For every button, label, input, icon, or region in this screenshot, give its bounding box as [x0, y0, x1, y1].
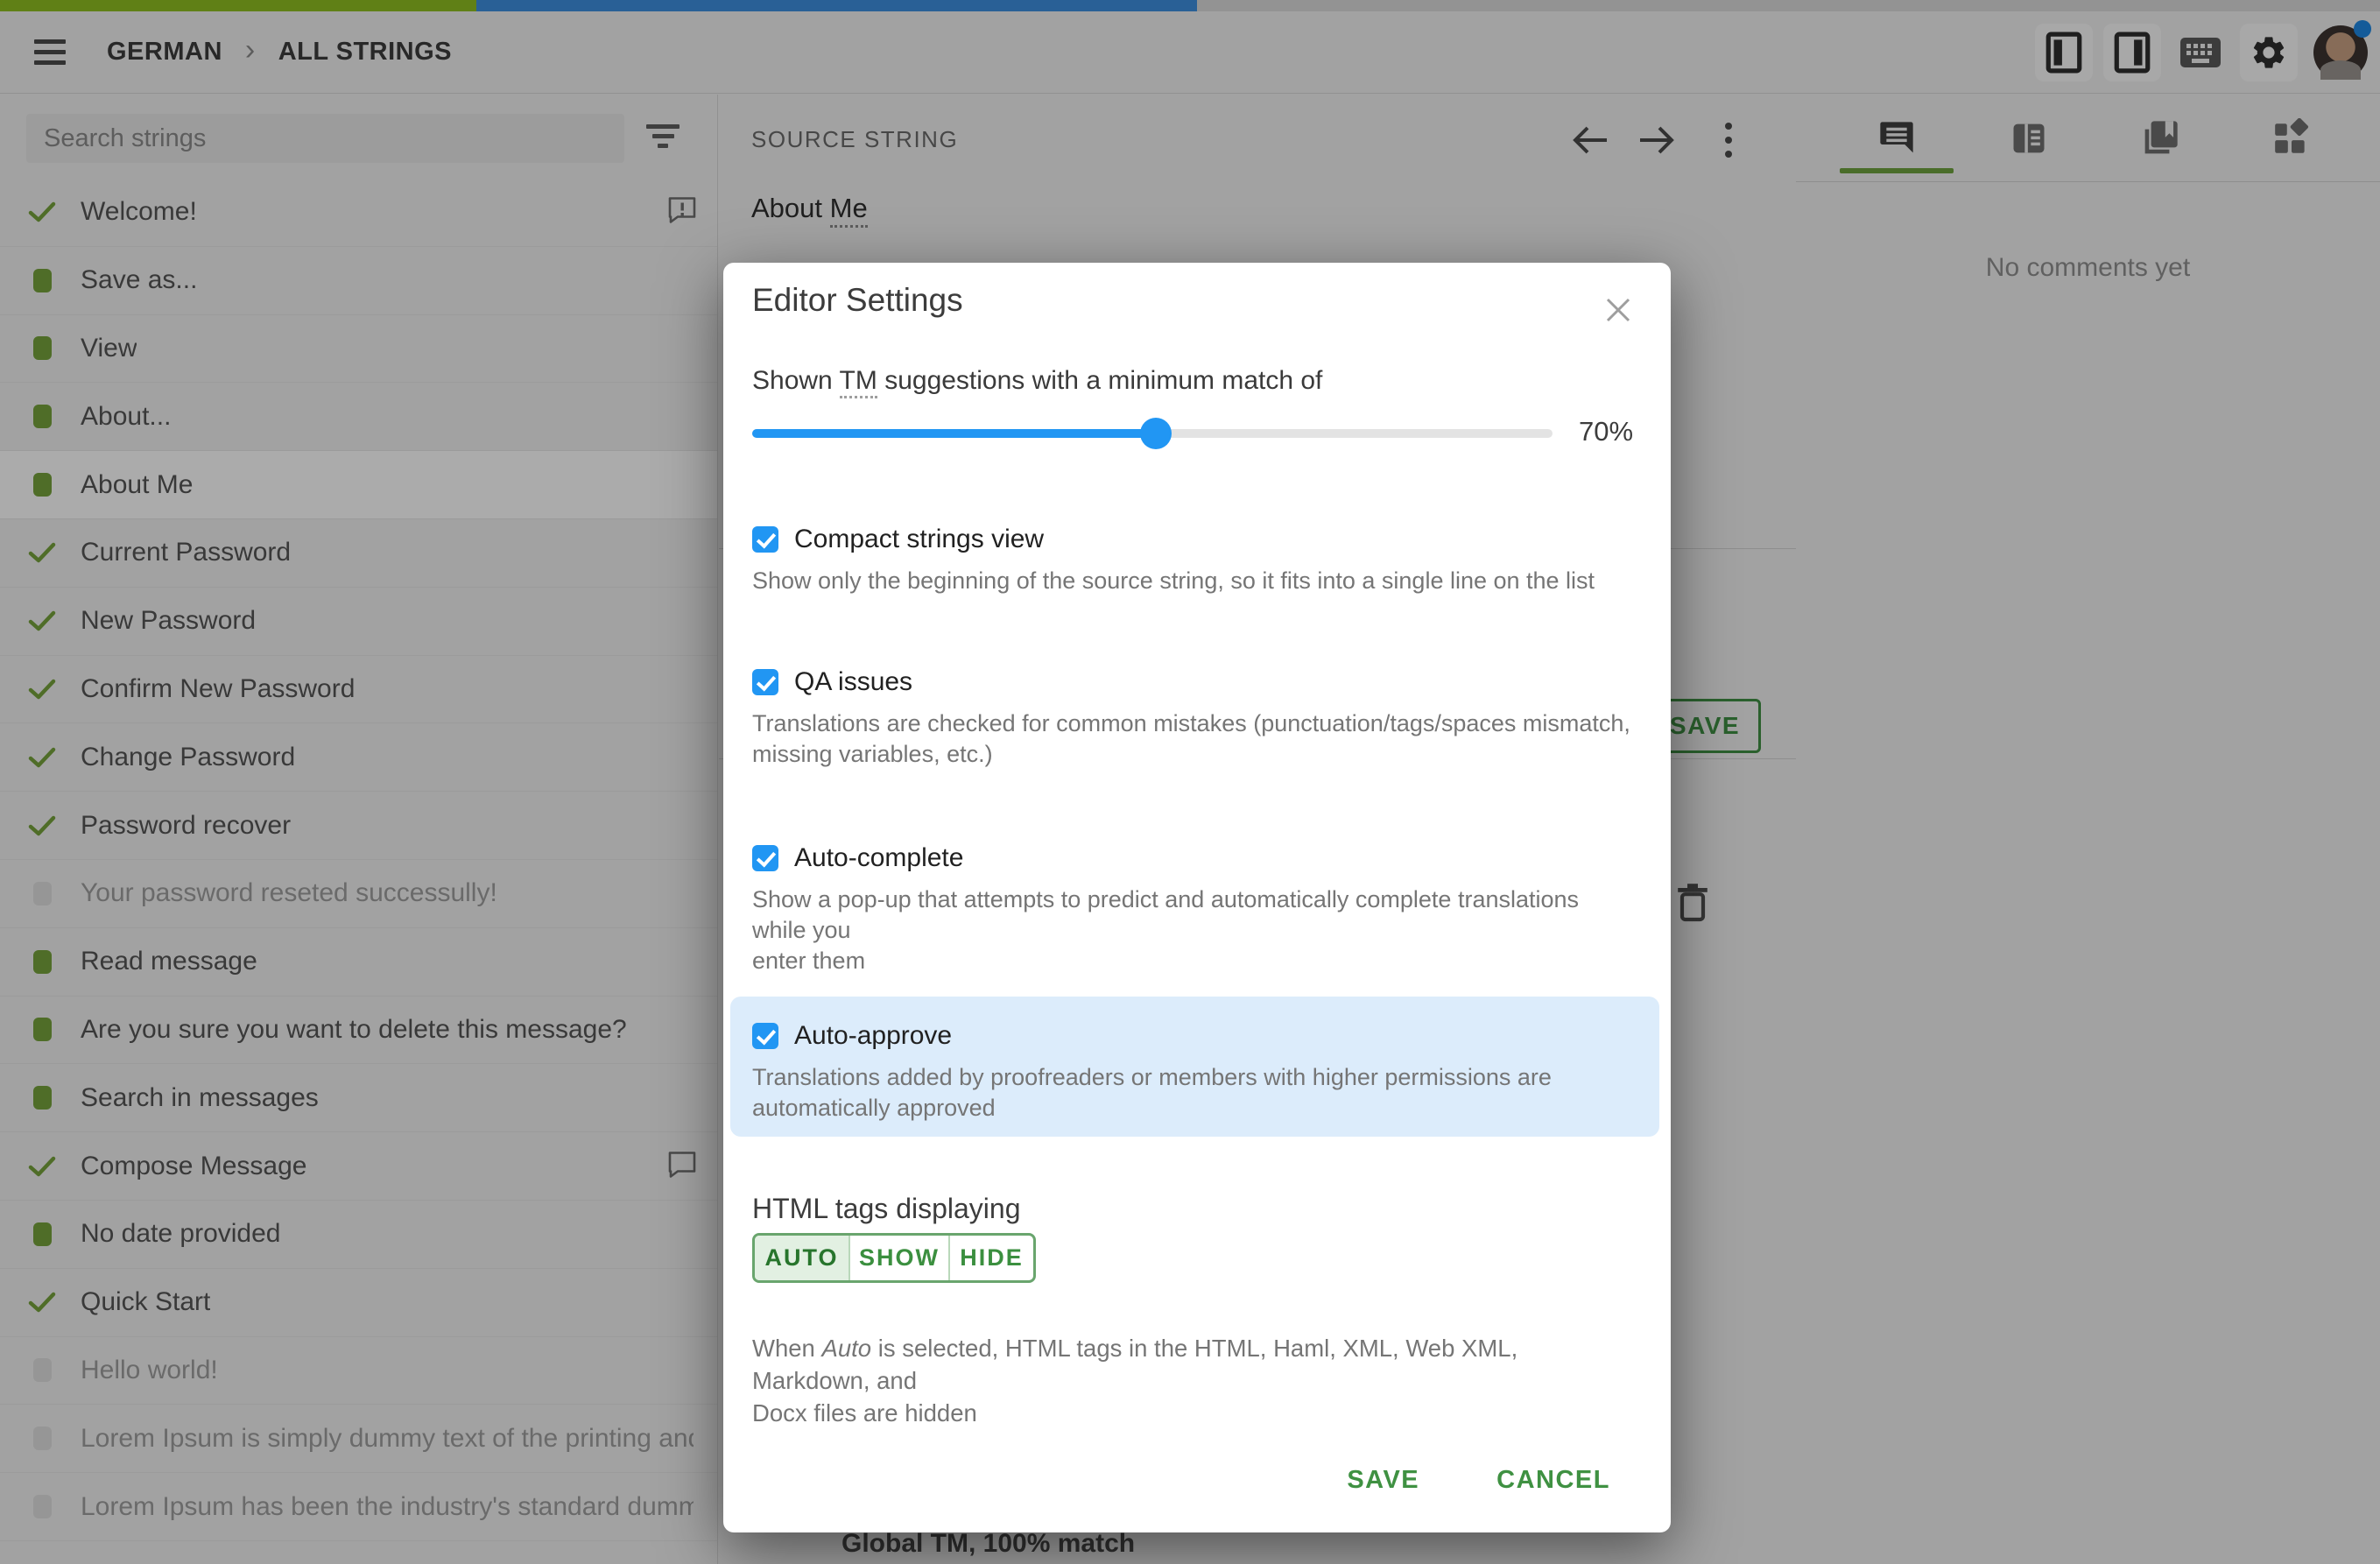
option-label: Auto-approve: [794, 1021, 953, 1050]
html-tags-description: When Auto is selected, HTML tags in the …: [752, 1300, 1637, 1429]
settings-option: Compact strings view Show only the beginn…: [752, 525, 1637, 596]
option-description: Translations added by proofreaders or me…: [752, 1064, 1552, 1121]
checkbox[interactable]: [752, 526, 778, 553]
settings-option: Auto-complete Show a pop-up that attempts…: [752, 843, 1637, 976]
editor-settings-modal: Editor Settings Shown TM suggestions wit…: [723, 263, 1671, 1532]
tm-label-after: suggestions with a minimum match of: [877, 366, 1323, 395]
modal-actions: SAVE CANCEL: [1345, 1461, 1612, 1500]
option-label: Compact strings view: [794, 525, 1045, 553]
option-description: Translations are checked for common mist…: [752, 710, 1630, 767]
option-label: QA issues: [794, 667, 913, 696]
html-desc-italic: Auto: [821, 1335, 872, 1362]
slider-thumb[interactable]: [1139, 418, 1172, 449]
html-tags-option-auto[interactable]: AUTO: [755, 1236, 848, 1280]
tm-threshold-label: Shown TM suggestions with a minimum matc…: [752, 366, 1323, 398]
settings-option: QA issues Translations are checked for co…: [752, 667, 1637, 770]
html-tags-option-show[interactable]: SHOW: [848, 1236, 948, 1280]
checkbox[interactable]: [752, 845, 778, 871]
option-label: Auto-complete: [794, 843, 964, 872]
cancel-button[interactable]: CANCEL: [1495, 1461, 1612, 1500]
modal-title: Editor Settings: [752, 282, 963, 318]
settings-option: Auto-approve Translations added by proofr…: [730, 997, 1659, 1137]
tm-match-slider[interactable]: [752, 418, 1553, 449]
tm-label-before: Shown: [752, 366, 840, 395]
slider-fill: [752, 429, 1156, 438]
option-description: Show a pop-up that attempts to predict a…: [752, 886, 1580, 974]
checkbox[interactable]: [752, 1023, 778, 1049]
html-desc-before: When: [752, 1335, 822, 1362]
close-icon[interactable]: [1597, 289, 1639, 331]
option-description: Show only the beginning of the source st…: [752, 567, 1595, 594]
html-tags-option-hide[interactable]: HIDE: [948, 1236, 1033, 1280]
tm-term: TM: [839, 366, 877, 398]
html-tags-segmented-control: AUTO SHOW HIDE: [752, 1233, 1036, 1283]
html-tags-label: HTML tags displaying: [752, 1193, 1021, 1224]
slider-value: 70%: [1579, 416, 1634, 447]
editor-app: GERMAN › ALL STRINGS Search strings Welc…: [0, 0, 2380, 1564]
save-button[interactable]: SAVE: [1345, 1461, 1421, 1500]
checkbox[interactable]: [752, 669, 778, 695]
